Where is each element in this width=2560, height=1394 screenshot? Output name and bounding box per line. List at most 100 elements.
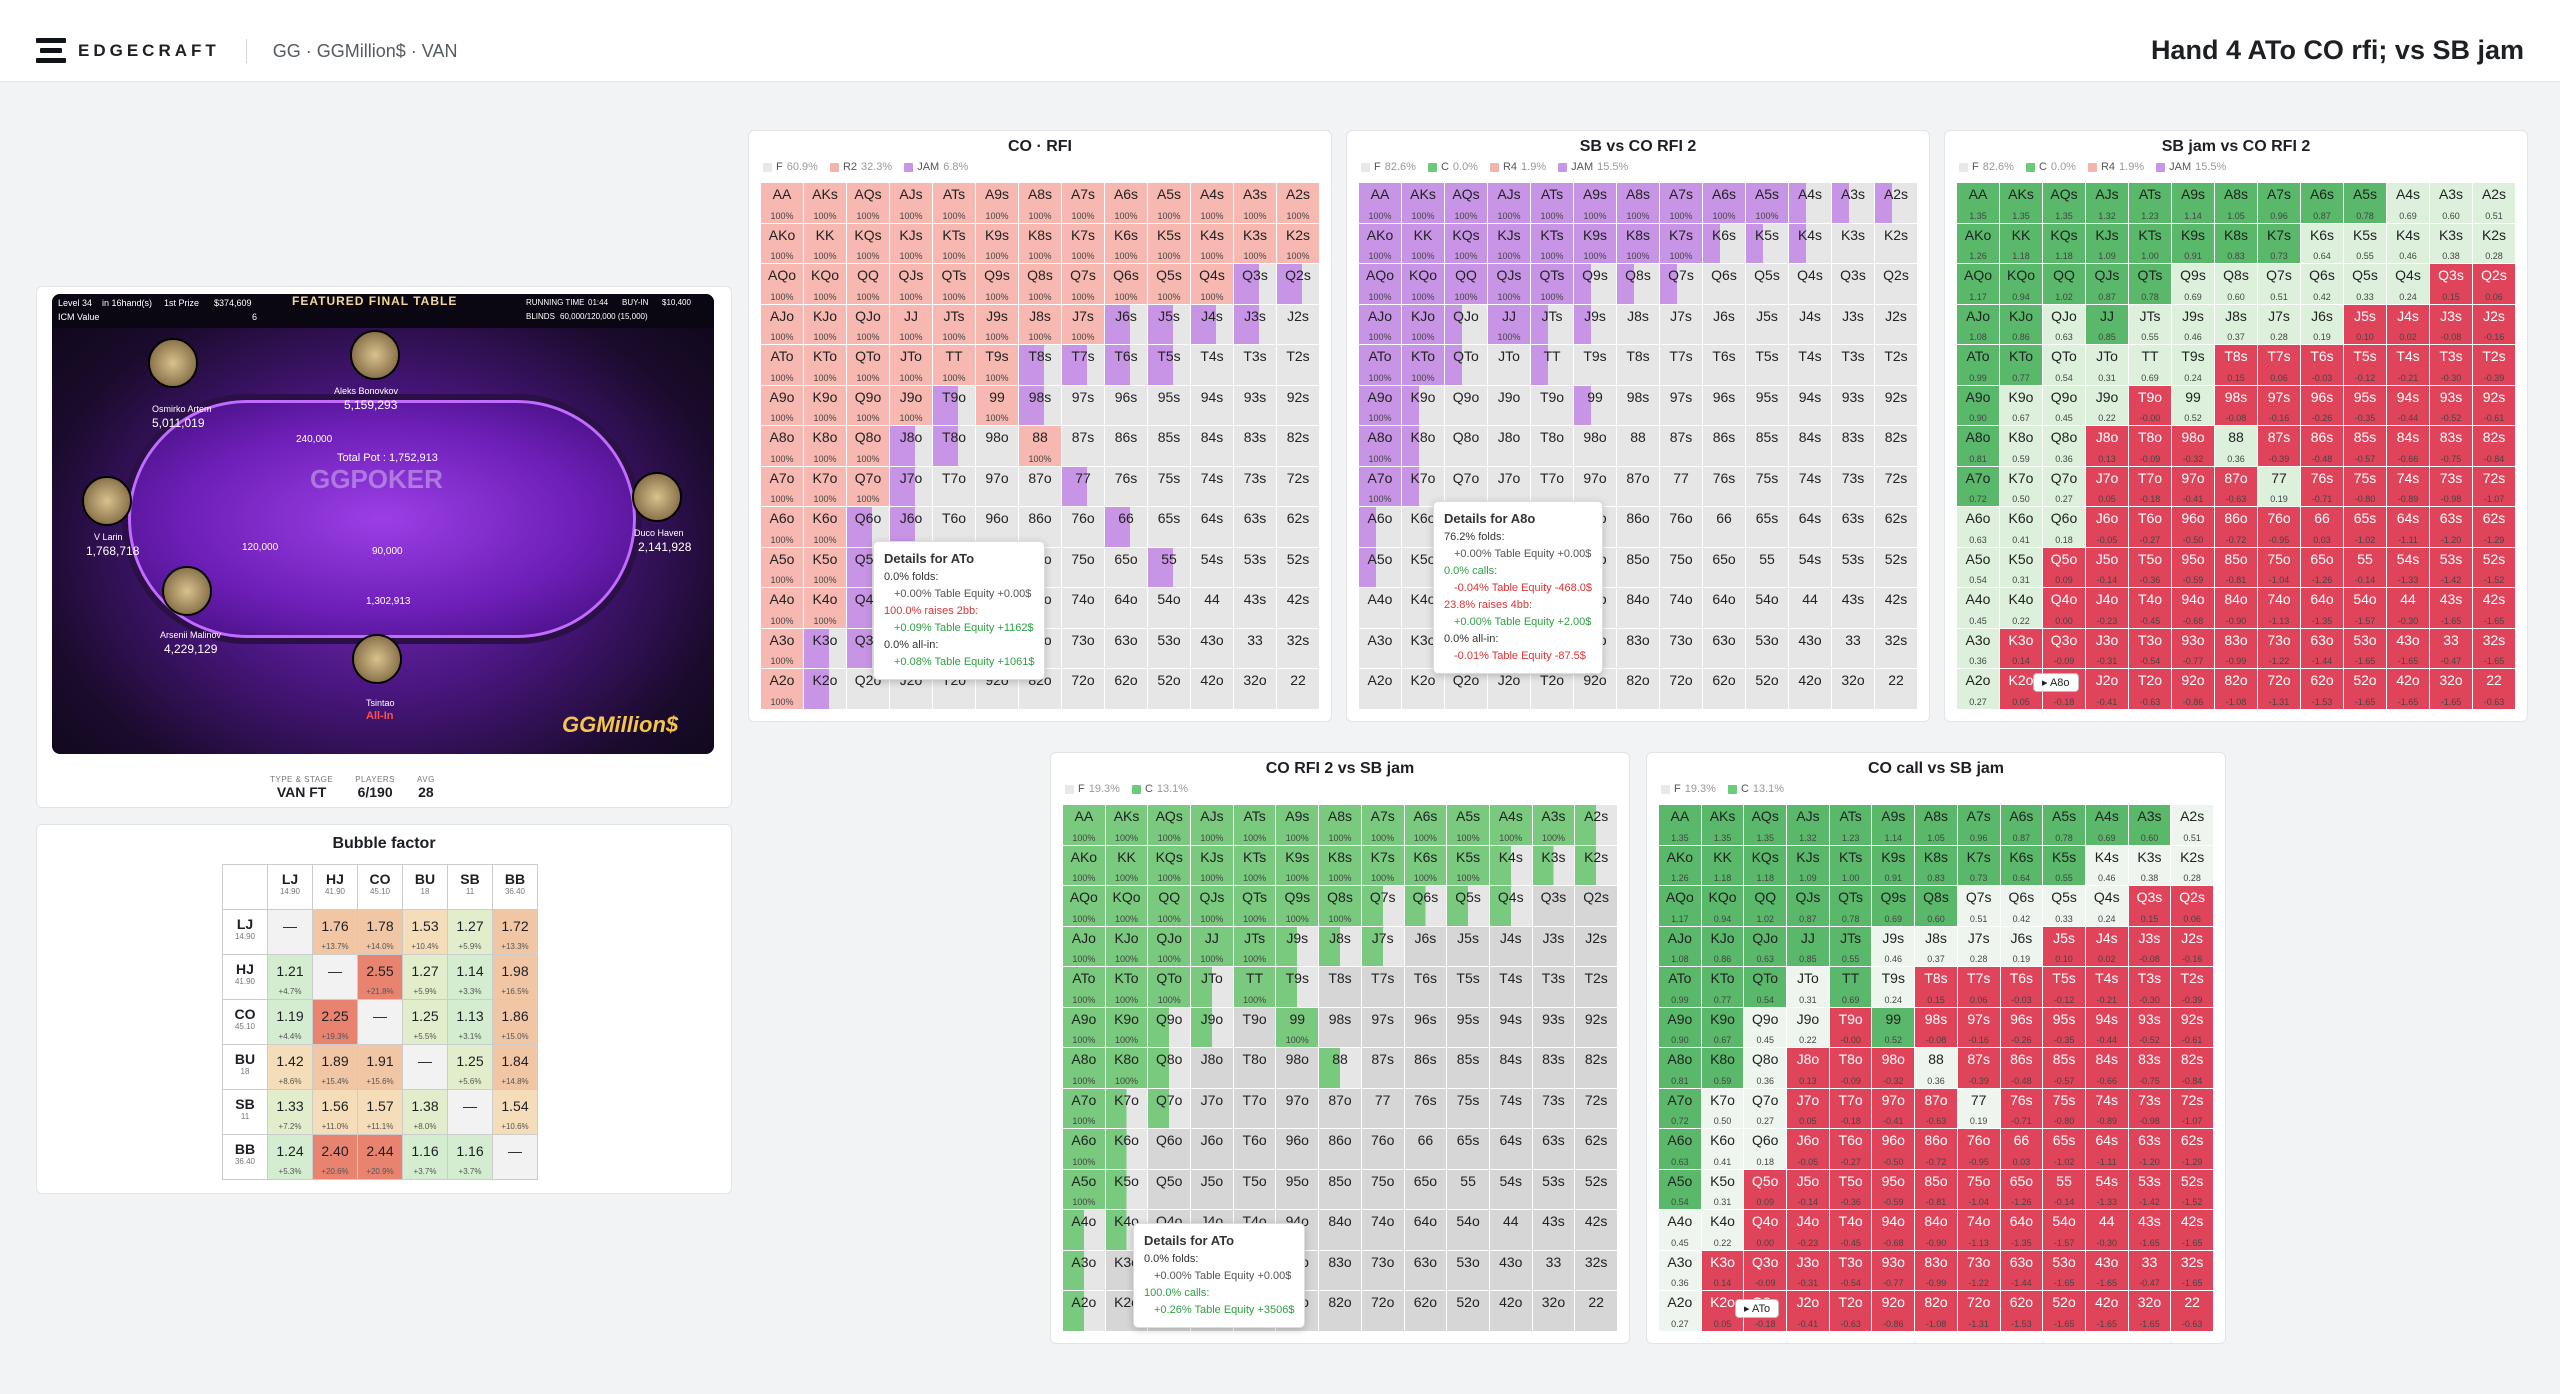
hand-cell[interactable]: Q7o 0.27 bbox=[1744, 1088, 1787, 1129]
hand-cell[interactable]: Q4s bbox=[1789, 264, 1831, 304]
hand-cell[interactable]: 86s bbox=[1703, 426, 1745, 466]
hand-cell[interactable]: A2s 0.51 bbox=[2473, 183, 2515, 223]
hand-cell[interactable]: K9s 100% bbox=[1276, 845, 1319, 886]
hand-cell[interactable]: K9s 100% bbox=[976, 223, 1018, 264]
hand-cell[interactable]: K7o 0.50 bbox=[2000, 466, 2042, 507]
hand-cell[interactable]: T9o -0.00 bbox=[2129, 385, 2171, 426]
hand-cell[interactable]: 43o bbox=[1489, 1250, 1532, 1291]
hand-cell[interactable]: Q5o 0.09 bbox=[1744, 1169, 1787, 1210]
hand-cell[interactable]: QTo bbox=[1445, 345, 1487, 385]
hand-cell[interactable]: AJs 100% bbox=[1191, 805, 1233, 845]
hand-replay-video[interactable]: Level 34 in 16hand(s) 1st Prize $374,609… bbox=[52, 294, 714, 754]
hand-cell[interactable]: 83o bbox=[1617, 628, 1659, 669]
hand-cell[interactable]: QQ 100% bbox=[847, 264, 889, 304]
hand-cell[interactable]: A3o bbox=[1063, 1250, 1105, 1291]
hand-cell[interactable]: 63s bbox=[1832, 507, 1874, 547]
hand-cell[interactable]: 32s -1.65 bbox=[2171, 1250, 2213, 1291]
hand-cell[interactable]: 92s -0.61 bbox=[2473, 385, 2515, 426]
hand-cell[interactable]: A9o 100% bbox=[1359, 385, 1401, 426]
hand-cell[interactable]: K3o bbox=[804, 628, 846, 669]
hand-cell[interactable]: KJo 0.86 bbox=[2000, 304, 2042, 345]
hand-cell[interactable]: Q9o 0.45 bbox=[2043, 385, 2085, 426]
hand-cell[interactable]: 94o -0.68 bbox=[1872, 1210, 1915, 1250]
hand-cell[interactable]: A9s 100% bbox=[1574, 183, 1616, 223]
hand-cell[interactable]: 95s -0.35 bbox=[2043, 1007, 2085, 1048]
hand-cell[interactable]: JTs 100% bbox=[933, 304, 975, 345]
hand-cell[interactable]: Q3o -0.09 bbox=[2043, 628, 2085, 669]
hand-cell[interactable]: J2o bbox=[1488, 669, 1530, 709]
hand-cell[interactable]: Q6s bbox=[1404, 886, 1447, 926]
hand-cell[interactable]: Q3s 0.15 bbox=[2128, 886, 2171, 926]
hand-cell[interactable]: A8o 100% bbox=[1359, 426, 1401, 466]
hand-cell[interactable]: T3o -0.54 bbox=[1829, 1250, 1872, 1291]
hand-cell[interactable]: 22 bbox=[1277, 669, 1319, 709]
hand-cell[interactable]: J8o bbox=[1191, 1048, 1233, 1088]
hand-cell[interactable]: 77 0.19 bbox=[2258, 466, 2300, 507]
hand-cell[interactable]: 98s -0.08 bbox=[1915, 1007, 1957, 1048]
hand-cell[interactable]: ATs 100% bbox=[1531, 183, 1573, 223]
hand-cell[interactable]: A2s 100% bbox=[1277, 183, 1319, 223]
hand-cell[interactable]: Q8o bbox=[1445, 426, 1487, 466]
hand-cell[interactable]: J6o -0.05 bbox=[1787, 1129, 1829, 1169]
hand-cell[interactable]: K9s 0.91 bbox=[2172, 223, 2214, 264]
hand-cell[interactable]: T8s bbox=[1019, 345, 1061, 385]
hand-cell[interactable]: K9o 100% bbox=[804, 385, 846, 426]
hand-cell[interactable]: AQs 100% bbox=[847, 183, 889, 223]
hand-cell[interactable]: 73s bbox=[1532, 1088, 1575, 1129]
hand-cell[interactable]: T4o -0.45 bbox=[2129, 588, 2171, 628]
hand-cell[interactable]: AKs 100% bbox=[1402, 183, 1444, 223]
hand-cell[interactable]: 88 bbox=[1617, 426, 1659, 466]
hand-cell[interactable]: 75o -1.04 bbox=[2258, 547, 2300, 588]
hand-cell[interactable]: 63s -1.20 bbox=[2128, 1129, 2171, 1169]
hand-cell[interactable]: 85o bbox=[1617, 547, 1659, 588]
hand-cell[interactable]: A4o 0.45 bbox=[1659, 1210, 1701, 1250]
hand-cell[interactable]: 87o -0.63 bbox=[1915, 1088, 1957, 1129]
hand-cell[interactable]: 55 bbox=[1148, 547, 1190, 588]
hand-cell[interactable]: 65o bbox=[1105, 547, 1147, 588]
hand-cell[interactable]: K4o 0.22 bbox=[2000, 588, 2042, 628]
hand-cell[interactable]: 53s -1.42 bbox=[2430, 547, 2472, 588]
hand-cell[interactable]: A4o 100% bbox=[761, 588, 803, 628]
hand-cell[interactable]: A5o 100% bbox=[761, 547, 803, 588]
hand-cell[interactable]: 54o -1.57 bbox=[2344, 588, 2386, 628]
hand-cell[interactable]: JTs 100% bbox=[1233, 926, 1276, 967]
hand-cell[interactable]: T2s bbox=[1875, 345, 1917, 385]
hand-cell[interactable]: AJo 1.08 bbox=[1957, 304, 1999, 345]
hand-cell[interactable]: JTo 0.31 bbox=[1787, 967, 1829, 1007]
hand-cell[interactable]: 32s bbox=[1875, 628, 1917, 669]
hand-cell[interactable]: 52o bbox=[1148, 669, 1190, 709]
hand-cell[interactable]: 98o -0.32 bbox=[1872, 1048, 1915, 1088]
hand-cell[interactable]: Q5o bbox=[1148, 1169, 1191, 1210]
hand-cell[interactable]: K8s 100% bbox=[1019, 223, 1061, 264]
hand-cell[interactable]: J7s 0.28 bbox=[2258, 304, 2300, 345]
hand-cell[interactable]: J9o 0.22 bbox=[1787, 1007, 1829, 1048]
hand-cell[interactable]: T6o -0.27 bbox=[1829, 1129, 1872, 1169]
hand-cell[interactable]: K8s 100% bbox=[1319, 845, 1361, 886]
hand-cell[interactable]: J9s 0.46 bbox=[2172, 304, 2214, 345]
hand-cell[interactable]: KJo 0.86 bbox=[1701, 926, 1744, 967]
hand-cell[interactable]: T7s 0.06 bbox=[2258, 345, 2300, 385]
hand-cell[interactable]: KJo 100% bbox=[1402, 304, 1444, 345]
hand-cell[interactable]: 93s -0.52 bbox=[2128, 1007, 2171, 1048]
hand-cell[interactable]: AQo 1.17 bbox=[1659, 886, 1701, 926]
hand-cell[interactable]: T7o bbox=[933, 466, 975, 507]
hand-cell[interactable]: Q2s bbox=[1277, 264, 1319, 304]
hand-cell[interactable]: Q7s 0.51 bbox=[2258, 264, 2300, 304]
hand-cell[interactable]: 54s bbox=[1489, 1169, 1532, 1210]
hand-cell[interactable]: A9o 0.90 bbox=[1957, 385, 1999, 426]
hand-cell[interactable]: K6s 0.64 bbox=[2301, 223, 2343, 264]
hand-cell[interactable]: TT bbox=[1531, 345, 1573, 385]
hand-cell[interactable]: 63s bbox=[1532, 1129, 1575, 1169]
hand-cell[interactable]: 32s bbox=[1277, 628, 1319, 669]
hand-cell[interactable]: A6o bbox=[1359, 507, 1401, 547]
hand-cell[interactable]: K2s 0.28 bbox=[2473, 223, 2515, 264]
hand-cell[interactable]: J7o 0.05 bbox=[1787, 1088, 1829, 1129]
hand-cell[interactable]: J8o bbox=[890, 426, 932, 466]
hand-cell[interactable]: T8o -0.09 bbox=[1829, 1048, 1872, 1088]
hand-cell[interactable]: J2s bbox=[1875, 304, 1917, 345]
hand-cell[interactable]: 96s bbox=[1404, 1007, 1447, 1048]
hand-cell[interactable]: 95s -0.35 bbox=[2344, 385, 2386, 426]
hand-cell[interactable]: K5s 100% bbox=[1447, 845, 1489, 886]
hand-cell[interactable]: QQ 100% bbox=[1445, 264, 1487, 304]
hand-cell[interactable]: T4s bbox=[1789, 345, 1831, 385]
